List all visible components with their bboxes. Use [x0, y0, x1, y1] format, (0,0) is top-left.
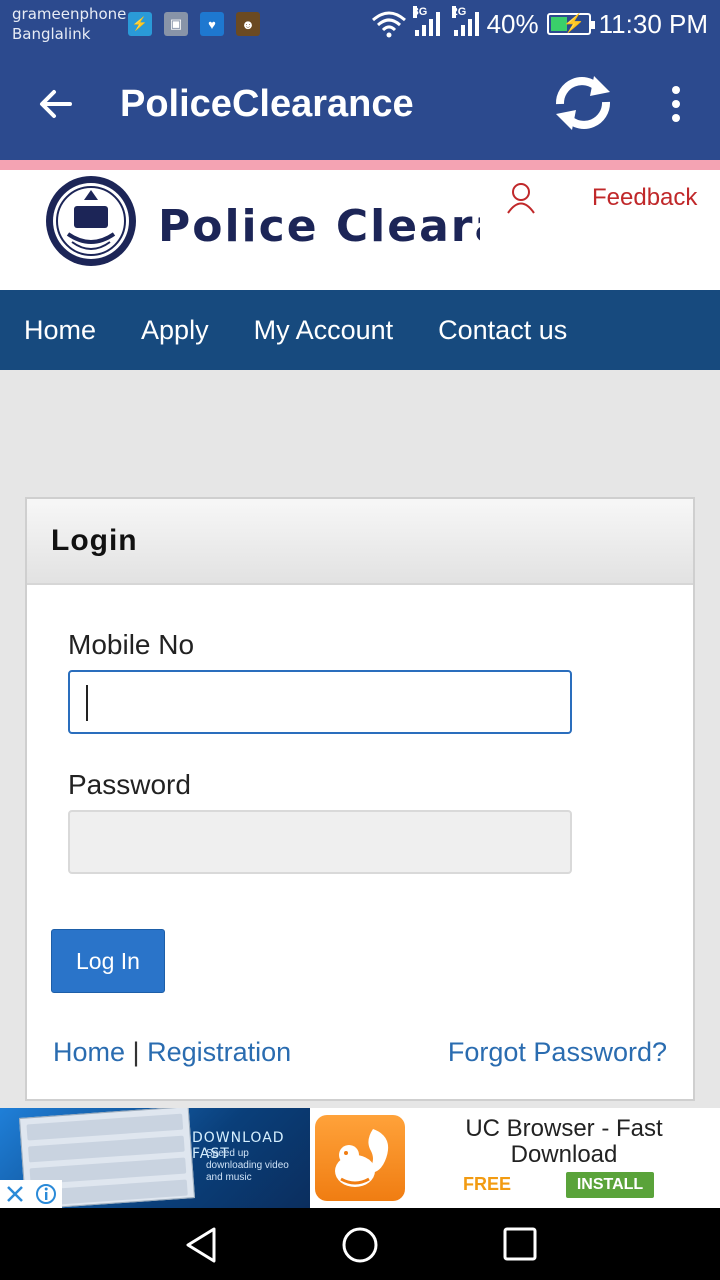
- feedback-link[interactable]: Feedback: [592, 184, 697, 212]
- squirrel-icon: [335, 1129, 389, 1187]
- app-title: PoliceClearance: [120, 83, 414, 125]
- progress-divider: [0, 160, 720, 170]
- ad-price: FREE: [463, 1174, 512, 1194]
- main-nav: Home Apply My Account Contact us: [0, 290, 720, 370]
- notification-icons: ⚡ ▣ ♥ ☻: [128, 12, 260, 36]
- ad-banner[interactable]: DOWNLOAD FAST Speed up downloading video…: [0, 1108, 720, 1208]
- signal-2g-icon: 2G: [451, 6, 479, 36]
- usb-icon: ⚡: [128, 12, 152, 36]
- user-icon[interactable]: [506, 182, 536, 214]
- site-header: Police Clearance Feedback: [0, 170, 720, 290]
- carrier-names: grameenphone Banglalink: [12, 4, 126, 44]
- login-links: Home | Registration: [53, 1037, 291, 1068]
- login-card-header: Login: [27, 499, 693, 585]
- nav-recents-icon[interactable]: [502, 1226, 538, 1262]
- carrier-2: Banglalink: [12, 25, 91, 43]
- login-card: Login Mobile No Password Log In Home | R…: [25, 497, 695, 1101]
- site-brand: Police Clearance: [158, 202, 480, 252]
- battery-percent: 40%: [486, 8, 539, 39]
- clock: 11:30 PM: [598, 8, 708, 39]
- carrier-1: grameenphone: [12, 5, 127, 23]
- ad-install-button[interactable]: INSTALL: [566, 1172, 654, 1198]
- uc-browser-logo: [312, 1112, 408, 1204]
- forgot-password-link[interactable]: Forgot Password?: [448, 1037, 667, 1068]
- police-emblem-logo: [46, 176, 136, 266]
- nav-contact-us[interactable]: Contact us: [438, 315, 567, 346]
- password-label: Password: [68, 769, 191, 800]
- mobile-input[interactable]: [68, 670, 572, 734]
- gallery-icon: ▣: [164, 12, 188, 36]
- system-nav-bar: [0, 1208, 720, 1280]
- nav-apply[interactable]: Apply: [141, 315, 209, 346]
- app-bar: PoliceClearance: [0, 48, 720, 160]
- back-arrow-icon[interactable]: [36, 84, 76, 124]
- nav-my-account[interactable]: My Account: [254, 315, 394, 346]
- status-bar: grameenphone Banglalink ⚡ ▣ ♥ ☻ 3G 2G 40…: [0, 0, 720, 48]
- battery-icon: ⚡: [546, 13, 595, 35]
- mobile-label: Mobile No: [68, 629, 195, 660]
- nav-home[interactable]: Home: [24, 315, 96, 346]
- password-input[interactable]: [68, 810, 572, 874]
- ad-controls: [0, 1180, 62, 1208]
- registration-link[interactable]: Registration: [147, 1037, 291, 1067]
- refresh-icon[interactable]: [550, 74, 616, 132]
- ad-title[interactable]: UC Browser - Fast Download: [420, 1116, 708, 1168]
- login-button[interactable]: Log In: [51, 929, 165, 993]
- system-indicators: 3G 2G 40% ⚡ 11:30 PM: [371, 0, 708, 48]
- nav-back-icon[interactable]: [182, 1226, 220, 1264]
- signal-3g-icon: 3G: [412, 6, 440, 36]
- ad-info-icon[interactable]: [35, 1183, 57, 1205]
- nav-home-icon[interactable]: [341, 1226, 379, 1264]
- more-options-icon[interactable]: [660, 84, 692, 124]
- game-icon: ☻: [236, 12, 260, 36]
- login-heading: Login: [51, 524, 138, 557]
- network-type-1: 3G: [412, 6, 428, 18]
- network-type-2: 2G: [451, 6, 467, 18]
- link-separator: |: [132, 1037, 140, 1067]
- ad-close-icon[interactable]: [5, 1184, 25, 1204]
- ad-banner-subtext: Speed up downloading video and music: [206, 1148, 289, 1183]
- wifi-icon: [371, 11, 406, 38]
- health-icon: ♥: [200, 12, 224, 36]
- text-cursor: [86, 685, 88, 721]
- home-link[interactable]: Home: [53, 1037, 125, 1067]
